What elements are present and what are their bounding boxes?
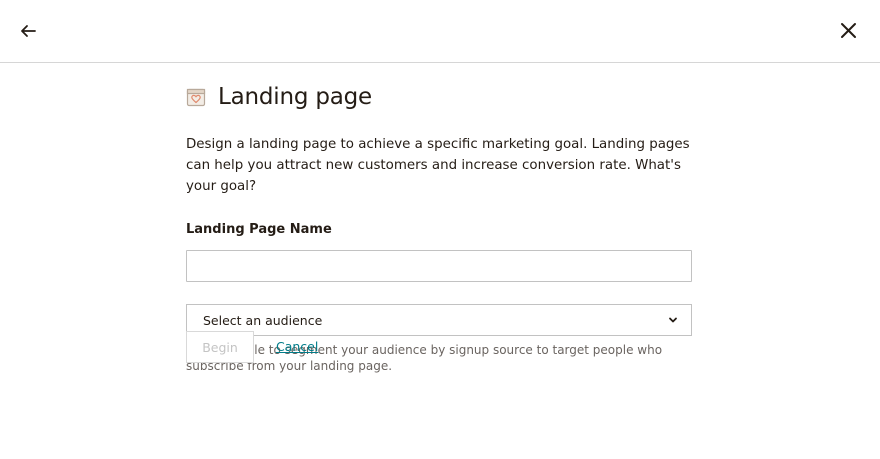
landing-page-name-label: Landing Page Name <box>186 222 332 237</box>
top-bar <box>0 0 880 63</box>
audience-select-value: Select an audience <box>203 313 323 328</box>
back-button[interactable] <box>16 18 42 44</box>
close-icon <box>841 23 856 38</box>
close-button[interactable] <box>836 18 862 44</box>
cancel-link[interactable]: Cancel <box>276 339 318 354</box>
page-description: Design a landing page to achieve a speci… <box>186 137 690 194</box>
begin-button[interactable]: Begin <box>186 331 254 363</box>
audience-select[interactable]: Select an audience <box>186 304 692 336</box>
page-title: Landing page <box>218 84 373 110</box>
landing-page-name-input[interactable] <box>186 250 692 282</box>
landing-page-icon <box>186 88 206 107</box>
audience-help-text: You'll be able to segment your audience … <box>186 343 663 373</box>
title-row: Landing page <box>186 83 372 111</box>
arrow-left-icon <box>21 25 36 37</box>
chevron-down-icon <box>669 317 677 323</box>
